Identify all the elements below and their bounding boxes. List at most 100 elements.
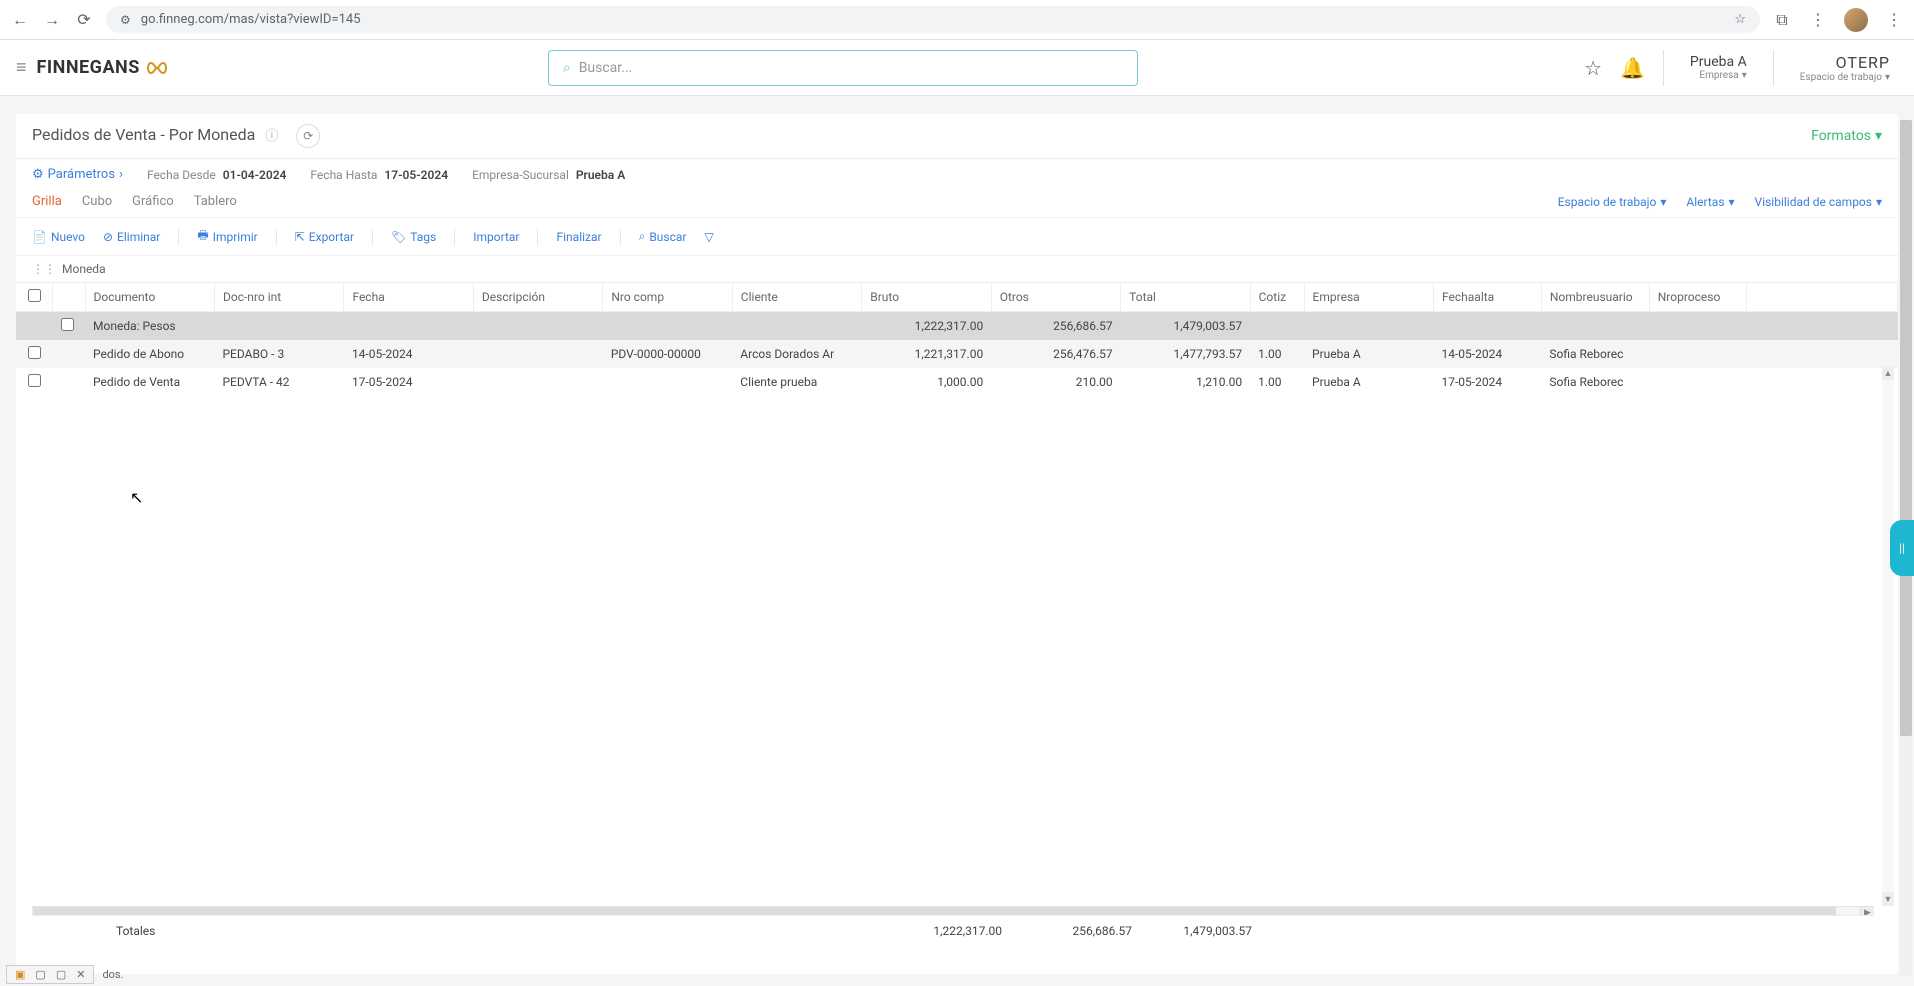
back-icon[interactable]: ← [10,10,30,30]
hamburger-menu-icon[interactable]: ≡ [16,57,27,78]
help-fab[interactable]: || [1890,520,1914,576]
forward-icon[interactable]: → [42,10,62,30]
col-nombreusuario[interactable]: Nombreusuario [1541,283,1649,312]
global-search[interactable]: ⌕ Buscar... [548,50,1138,86]
param-label: Empresa-Sucursal [472,168,569,182]
tab-grafico[interactable]: Gráfico [132,194,174,209]
btn-label: Imprimir [213,230,258,244]
table-row[interactable]: Pedido de Venta PEDVTA - 42 17-05-2024 C… [16,368,1898,396]
filter-button[interactable]: ▽ [704,230,713,244]
info-icon[interactable]: ⓘ [265,129,278,144]
extensions-icon[interactable]: ⧉ [1772,10,1792,30]
logo-infinity-icon [146,61,168,75]
col-total[interactable]: Total [1121,283,1250,312]
menu-dots-icon[interactable]: ⋮ [1808,10,1828,29]
totals-row: Totales 1,222,317.00 256,686.57 1,479,00… [32,915,1874,946]
favorites-star-icon[interactable]: ☆ [1584,56,1602,80]
bookmark-star-icon[interactable]: ☆ [1734,12,1746,27]
print-button[interactable]: 🖶 Imprimir [197,226,257,247]
select-all-col[interactable] [16,283,53,312]
opt-label: Alertas [1686,195,1724,209]
col-documento[interactable]: Documento [85,283,214,312]
workspace-dropdown[interactable]: Espacio de trabajo ▾ [1558,195,1667,209]
cell-nro-comp: PDV-0000-00000 [603,340,732,368]
btn-label: Nuevo [51,230,85,244]
cell-bruto: 1,221,317.00 [862,340,991,368]
expand-col [53,283,85,312]
col-empresa[interactable]: Empresa [1304,283,1433,312]
filter-icon: ▽ [704,230,713,244]
col-fechaalta[interactable]: Fechaalta [1434,283,1542,312]
cell-fecha: 17-05-2024 [344,368,473,396]
param-value: 17-05-2024 [384,168,448,182]
cell-cliente: Arcos Dorados Ar [732,340,861,368]
field-visibility-dropdown[interactable]: Visibilidad de campos ▾ [1755,195,1882,209]
param-fecha-desde[interactable]: Fecha Desde 01-04-2024 [147,168,286,182]
scroll-thumb[interactable] [1900,120,1912,736]
header-divider [1773,50,1774,86]
select-all-checkbox[interactable] [28,289,41,302]
param-empresa-sucursal[interactable]: Empresa-Sucursal Prueba A [472,168,625,182]
row-checkbox[interactable] [28,374,41,387]
tab-tablero[interactable]: Tablero [194,194,237,209]
params-button[interactable]: ⚙ Parámetros › [32,167,123,182]
opt-label: Visibilidad de campos [1755,195,1872,209]
col-otros[interactable]: Otros [991,283,1120,312]
col-bruto[interactable]: Bruto [862,283,991,312]
new-button[interactable]: 📄Nuevo [32,230,85,244]
scroll-up-arrow[interactable]: ▲ [1882,366,1894,380]
formats-dropdown[interactable]: Formatos ▾ [1811,128,1882,144]
table-row[interactable]: Pedido de Abono PEDABO - 3 14-05-2024 PD… [16,340,1898,368]
col-descripcion[interactable]: Descripción [473,283,602,312]
address-bar[interactable]: ⚙ go.finneg.com/mas/vista?viewID=145 ☆ [106,6,1760,33]
tab-cubo[interactable]: Cubo [82,194,112,209]
cell-bruto: 1,000.00 [862,368,991,396]
reload-icon[interactable]: ⟳ [74,10,94,29]
taskbar-app[interactable]: ▣ ▢ ▢ ✕ [6,965,94,984]
expand-checkbox[interactable] [61,318,74,331]
close-icon[interactable]: ✕ [76,968,85,981]
tab-grilla[interactable]: Grilla [32,194,62,209]
col-tail [1746,283,1897,312]
finalize-button[interactable]: Finalizar [556,230,601,244]
view-tabs: Grilla Cubo Gráfico Tablero Espacio de t… [16,190,1898,217]
site-settings-icon[interactable]: ⚙ [120,13,131,27]
print-icon: 🖶 [197,226,208,247]
inner-vertical-scrollbar[interactable]: ▲ ▼ [1882,366,1894,906]
col-nroproceso[interactable]: Nroproceso [1649,283,1746,312]
search-button[interactable]: ⌕Buscar [639,229,687,244]
tags-button[interactable]: 🏷Tags [391,230,436,244]
app-logo[interactable]: FINNEGANS [37,57,168,78]
grid-toolbar: 📄Nuevo ⊘Eliminar 🖶 Imprimir ⇱Exportar 🏷Ta… [16,217,1898,256]
workspace-sublabel: Espacio de trabajo [1800,72,1882,83]
delete-icon: ⊘ [103,230,113,244]
param-fecha-hasta[interactable]: Fecha Hasta 17-05-2024 [310,168,448,182]
group-row-moneda-pesos[interactable]: Moneda: Pesos 1,222,317.00 256,686.57 1,… [16,312,1898,341]
grip-icon[interactable]: ⋮⋮ [32,262,56,276]
col-nro-comp[interactable]: Nro comp [603,283,732,312]
export-icon: ⇱ [295,230,305,244]
cell-doc-nro-int: PEDVTA - 42 [214,368,343,396]
totals-label: Totales [116,924,155,938]
chevron-down-icon: ▾ [1875,128,1882,144]
notifications-bell-icon[interactable]: 🔔 [1620,56,1645,80]
col-cliente[interactable]: Cliente [732,283,861,312]
workspace-selector[interactable]: OTERP Espacio de trabajo▾ [1792,53,1898,83]
delete-button[interactable]: ⊘Eliminar [103,230,160,244]
company-selector[interactable]: Prueba A Empresa▾ [1682,54,1755,81]
alerts-dropdown[interactable]: Alertas ▾ [1686,195,1734,209]
export-button[interactable]: ⇱Exportar [295,230,354,244]
col-fecha[interactable]: Fecha [344,283,473,312]
profile-avatar[interactable] [1844,8,1868,32]
toolbar-sep [537,229,538,245]
cell-cliente: Cliente prueba [732,368,861,396]
scroll-down-arrow[interactable]: ▼ [1882,892,1894,906]
chrome-menu-icon[interactable]: ⋮ [1884,10,1904,29]
row-checkbox[interactable] [28,346,41,359]
chevron-down-icon: ▾ [1729,195,1735,209]
col-doc-nro-int[interactable]: Doc-nro int [214,283,343,312]
refresh-button[interactable]: ⟳ [296,124,320,148]
import-button[interactable]: Importar [473,230,519,244]
col-cotiz[interactable]: Cotiz [1250,283,1304,312]
maximize-icon[interactable]: ▢ [56,968,66,981]
